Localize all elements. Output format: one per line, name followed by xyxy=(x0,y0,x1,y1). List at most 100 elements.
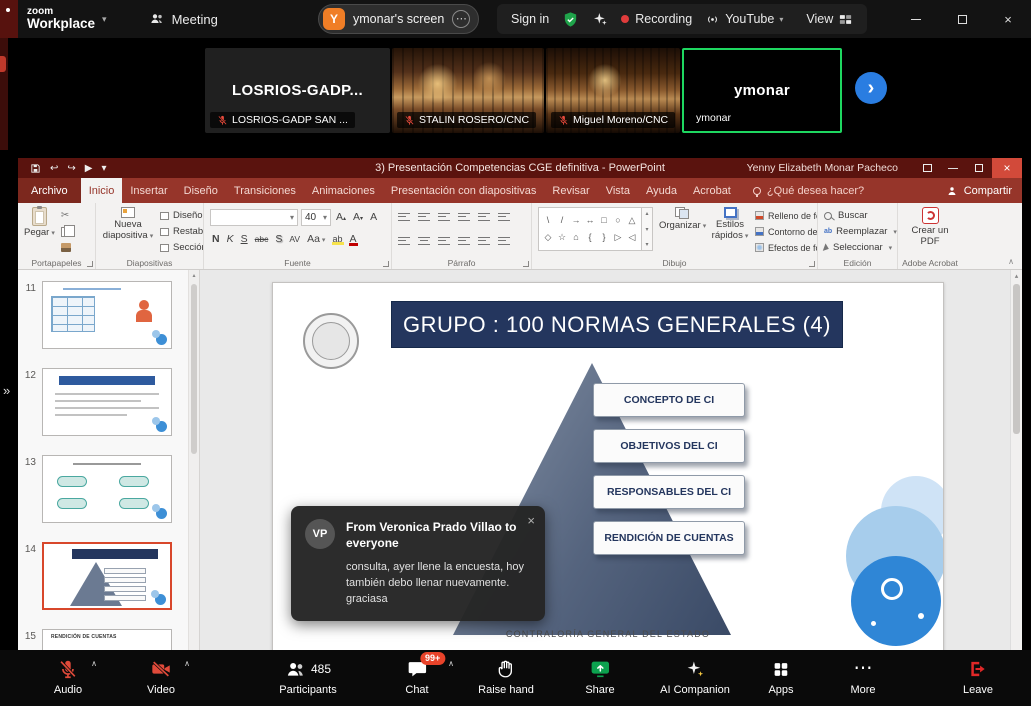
tab-animaciones[interactable]: Animaciones xyxy=(304,178,383,203)
shape-star-icon[interactable]: ☆ xyxy=(558,233,566,242)
align-center-button[interactable] xyxy=(418,237,430,246)
shape-diamond-icon[interactable]: ◇ xyxy=(545,233,552,242)
slide-thumbnail-11[interactable] xyxy=(42,281,172,349)
columns-button[interactable] xyxy=(478,237,490,246)
expand-panel-chevrons-icon[interactable]: » xyxy=(3,383,10,398)
shape-triangle-icon[interactable]: △ xyxy=(629,216,636,225)
slide-thumbnail-12[interactable] xyxy=(42,368,172,436)
shape-effects-button[interactable]: Efectos de forma xyxy=(755,240,818,255)
shape-oval-icon[interactable]: ○ xyxy=(615,216,620,225)
shape-line-icon[interactable]: \ xyxy=(547,216,550,225)
section-button[interactable]: Sección xyxy=(160,240,204,255)
reset-button[interactable]: Restablecer xyxy=(160,224,204,239)
shape-tri-left-icon[interactable]: ◁ xyxy=(629,233,636,242)
line-spacing-button[interactable] xyxy=(478,213,490,222)
minimize-button[interactable] xyxy=(893,0,939,38)
chevron-up-icon[interactable]: ∧ xyxy=(91,659,97,668)
decrease-font-button[interactable]: A▾ xyxy=(351,211,365,223)
shapes-more-icon[interactable]: ▾ xyxy=(645,241,648,248)
format-painter-button[interactable] xyxy=(61,240,71,255)
create-pdf-button[interactable]: Crear un PDF xyxy=(910,207,950,256)
text-shadow-button[interactable]: S xyxy=(273,233,284,245)
editor-scrollbar[interactable]: ▴ xyxy=(1010,270,1022,650)
security-shield-icon[interactable] xyxy=(562,11,579,28)
text-direction-button[interactable] xyxy=(498,213,510,222)
shape-double-arrow-icon[interactable]: ↔ xyxy=(586,216,595,225)
chat-notification-popup[interactable]: × VP From Veronica Prado Villao to every… xyxy=(291,506,545,621)
tab-presentacion[interactable]: Presentación con diapositivas xyxy=(383,178,545,203)
shapes-scroll-up-icon[interactable]: ▴ xyxy=(645,210,648,217)
save-icon[interactable] xyxy=(30,163,41,174)
tab-acrobat[interactable]: Acrobat xyxy=(685,178,739,203)
more-options-icon[interactable]: ⋯ xyxy=(452,10,470,28)
slide-box-rendicion[interactable]: RENDICIÓN DE CUENTAS xyxy=(593,521,745,555)
youtube-live-button[interactable]: YouTube ▾ xyxy=(705,12,783,27)
bullets-button[interactable] xyxy=(398,213,410,222)
ai-sparkle-icon[interactable] xyxy=(592,11,608,27)
smartart-convert-button[interactable] xyxy=(498,237,510,246)
scroll-up-icon[interactable]: ▴ xyxy=(1011,272,1022,280)
slide-box-concepto[interactable]: CONCEPTO DE CI xyxy=(593,383,745,417)
select-button[interactable]: Seleccionar xyxy=(824,240,897,255)
chevron-up-icon[interactable]: ∧ xyxy=(184,659,190,668)
highlight-color-button[interactable]: ab xyxy=(330,234,344,244)
paste-button[interactable]: Pegar xyxy=(24,207,55,256)
customize-qat-icon[interactable]: ▾ xyxy=(101,163,106,174)
participant-tile-losrios[interactable]: LOSRIOS-GADP... LOSRIOS-GADP SAN ... xyxy=(205,48,390,133)
numbering-button[interactable] xyxy=(418,213,430,222)
tell-me-search[interactable]: ¿Qué desea hacer? xyxy=(753,178,864,203)
slide-box-objetivos[interactable]: OBJETIVOS DEL CI xyxy=(593,429,745,463)
arrange-button[interactable]: Organizar xyxy=(659,207,705,256)
align-left-button[interactable] xyxy=(398,237,410,246)
audio-button[interactable]: ∧ Audio xyxy=(54,657,82,696)
more-button[interactable]: ⋯ More xyxy=(850,657,875,696)
tab-diseno[interactable]: Diseño xyxy=(176,178,226,203)
ppt-minimize-button[interactable] xyxy=(940,158,966,178)
chat-button[interactable]: 99+ ∧ Chat xyxy=(405,657,428,696)
slide-thumbnail-15[interactable]: RENDICIÓN DE CUENTAS xyxy=(42,629,172,650)
tab-ayuda[interactable]: Ayuda xyxy=(638,178,685,203)
slide-box-responsables[interactable]: RESPONSABLES DEL CI xyxy=(593,475,745,509)
tab-archivo[interactable]: Archivo xyxy=(18,178,81,203)
thumbnail-scrollbar[interactable]: ▴ xyxy=(188,270,199,650)
shape-line2-icon[interactable]: / xyxy=(561,216,564,225)
shape-rectangle-icon[interactable]: □ xyxy=(601,216,606,225)
collapse-ribbon-icon[interactable]: ∧ xyxy=(1008,257,1014,266)
shape-brace-right-icon[interactable]: } xyxy=(602,233,605,242)
underline-button[interactable]: S xyxy=(239,233,250,245)
find-button[interactable]: Buscar xyxy=(824,208,897,223)
change-case-button[interactable]: Aa xyxy=(305,233,327,245)
ai-companion-button[interactable]: AI Companion xyxy=(660,657,730,696)
increase-font-button[interactable]: A▴ xyxy=(334,211,348,223)
ppt-close-button[interactable]: × xyxy=(992,158,1022,178)
shapes-scroll-down-icon[interactable]: ▾ xyxy=(645,226,648,233)
ribbon-display-options-button[interactable] xyxy=(914,158,940,178)
layout-button[interactable]: Diseño xyxy=(160,208,204,223)
shape-tri-right-icon[interactable]: ▷ xyxy=(615,233,622,242)
slide-thumbnail-14[interactable] xyxy=(42,542,172,610)
shared-screen-pill[interactable]: Y ymonar's screen ⋯ xyxy=(318,4,479,34)
tab-insertar[interactable]: Insertar xyxy=(122,178,175,203)
shape-arrow-icon[interactable]: → xyxy=(572,216,581,225)
decrease-indent-button[interactable] xyxy=(438,213,450,222)
slide-thumbnail-13[interactable] xyxy=(42,455,172,523)
view-button[interactable]: View xyxy=(806,12,853,27)
new-slide-button[interactable]: Nueva diapositiva xyxy=(102,207,154,256)
video-button[interactable]: ∧ Video xyxy=(147,657,175,696)
leave-button[interactable]: Leave xyxy=(963,657,993,696)
chevron-up-icon[interactable]: ∧ xyxy=(448,659,454,668)
shape-outline-button[interactable]: Contorno de forma xyxy=(755,224,818,239)
bold-button[interactable]: N xyxy=(210,233,222,245)
tab-inicio[interactable]: Inicio xyxy=(81,178,123,203)
tab-vista[interactable]: Vista xyxy=(598,178,638,203)
italic-button[interactable]: K xyxy=(225,233,236,245)
raise-hand-button[interactable]: Raise hand xyxy=(478,657,534,696)
scroll-up-icon[interactable]: ▴ xyxy=(189,272,199,279)
scrollbar-thumb[interactable] xyxy=(1013,284,1020,434)
next-participants-button[interactable]: › xyxy=(855,72,887,104)
sign-in-button[interactable]: Sign in xyxy=(511,12,549,26)
signed-in-user[interactable]: Yenny Elizabeth Monar Pacheco xyxy=(747,162,898,174)
increase-indent-button[interactable] xyxy=(458,213,470,222)
undo-icon[interactable]: ↩ xyxy=(50,163,58,174)
strikethrough-button[interactable]: abc xyxy=(253,234,271,244)
